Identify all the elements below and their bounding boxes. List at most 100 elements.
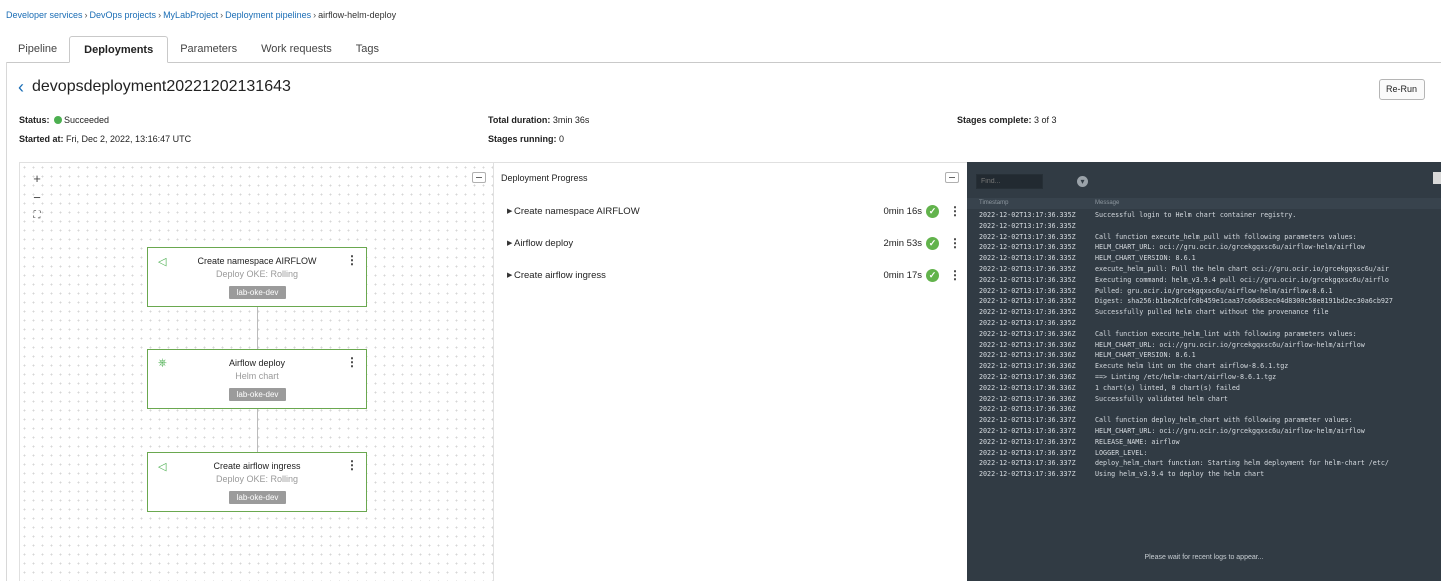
running-label: Stages running: (488, 134, 557, 144)
progress-title: Deployment Progress (501, 173, 588, 183)
started-info: Started at: Fri, Dec 2, 2022, 13:16:47 U… (19, 134, 191, 144)
log-timestamp: 2022-12-02T13:17:36.335Z (979, 275, 1076, 284)
log-message: Digest: sha256:b1be26cbfc0b459e1caa37c60… (1095, 297, 1393, 306)
log-line: 2022-12-02T13:17:36.335Z Pulled: gru.ocir… (967, 286, 1441, 297)
logs-panel: ▾ Timestamp Message 2022-12-02T13:17:36.… (967, 162, 1441, 581)
log-timestamp: 2022-12-02T13:17:36.336Z (979, 340, 1076, 349)
log-line: 2022-12-02T13:17:36.335Z Successfully pu… (967, 307, 1441, 318)
breadcrumb-separator: › (158, 10, 162, 20)
col-timestamp: Timestamp (979, 200, 1009, 206)
expand-caret-icon[interactable]: ▶ (507, 239, 512, 247)
running-info: Stages running: 0 (488, 134, 564, 144)
log-timestamp: 2022-12-02T13:17:36.335Z (979, 308, 1076, 317)
log-line: 2022-12-02T13:17:36.336Z Call function e… (967, 329, 1441, 340)
breadcrumb-devops-projects[interactable]: DevOps projects (90, 10, 157, 20)
log-message: Using helm_v3.9.4 to deploy the helm cha… (1095, 470, 1265, 479)
breadcrumb-current: airflow-helm-deploy (318, 10, 397, 20)
started-value: Fri, Dec 2, 2022, 13:16:47 UTC (66, 134, 192, 144)
breadcrumb-deployment-pipelines[interactable]: Deployment pipelines (225, 10, 311, 20)
log-line: 2022-12-02T13:17:36.337Z Call function d… (967, 415, 1441, 426)
status-success-icon (54, 116, 63, 124)
stage-name: Airflow deploy (514, 238, 574, 249)
expand-caret-icon[interactable]: ▶ (507, 207, 512, 215)
log-message: Executing command: helm_v3.9.4 pull oci:… (1095, 275, 1389, 284)
progress-stage-row[interactable]: ▶ Create airflow ingress 0min 17s ✓ ⋮ (494, 267, 968, 287)
log-message: Pulled: gru.ocir.io/grcekgqxsc6u/airflow… (1095, 286, 1333, 295)
log-lines: 2022-12-02T13:17:36.335Z Successful login… (967, 210, 1441, 480)
tab-deployments[interactable]: Deployments (69, 36, 169, 63)
node-subtitle: Deploy OKE: Rolling (215, 269, 299, 279)
success-check-icon: ✓ (926, 237, 939, 250)
log-line: 2022-12-02T13:17:36.335Z execute_helm_pu… (967, 264, 1441, 275)
breadcrumb: Developer services › DevOps projects › MyLab… (6, 10, 396, 20)
log-timestamp: 2022-12-02T13:17:36.336Z (979, 351, 1076, 360)
graph-node-create-namespace[interactable]: ◁ ⋮ Create namespace AIRFLOW Deploy OKE:… (147, 247, 367, 307)
breadcrumb-mylabproject[interactable]: MyLabProject (163, 10, 218, 20)
status-value: Succeeded (64, 115, 110, 125)
duration-value: 3min 36s (552, 115, 590, 125)
log-timestamp: 2022-12-02T13:17:36.337Z (979, 470, 1076, 479)
log-line: 2022-12-02T13:17:36.335Z (967, 221, 1441, 232)
log-timestamp: 2022-12-02T13:17:36.336Z (979, 362, 1076, 371)
log-message: Call function execute_helm_lint with fol… (1095, 329, 1357, 338)
tab-parameters[interactable]: Parameters (168, 36, 249, 63)
log-line: 2022-12-02T13:17:36.337Z Using helm_v3.9… (967, 469, 1441, 480)
chevron-left-icon[interactable]: ‹ (18, 78, 24, 96)
search-options-icon[interactable]: ▾ (1077, 176, 1088, 187)
log-line: 2022-12-02T13:17:36.335Z (967, 318, 1441, 329)
log-table-header: Timestamp Message (967, 198, 1441, 209)
node-title: Airflow deploy (228, 358, 286, 368)
log-timestamp: 2022-12-02T13:17:36.337Z (979, 426, 1076, 435)
node-title: Create airflow ingress (213, 461, 301, 471)
log-message: 1 chart(s) linted, 0 chart(s) failed (1095, 383, 1240, 392)
pipeline-graph[interactable]: + − ⛶ ◁ ⋮ Create namespace AIRFLOW Deplo… (19, 162, 493, 581)
stage-menu-icon[interactable]: ⋮ (949, 204, 961, 218)
duration-label: Total duration: (488, 115, 551, 125)
expand-caret-icon[interactable]: ▶ (507, 271, 512, 279)
progress-stage-row[interactable]: ▶ Airflow deploy 2min 53s ✓ ⋮ (494, 235, 968, 255)
log-message: deploy_helm_chart function: Starting hel… (1095, 459, 1389, 468)
log-search-input[interactable] (976, 174, 1043, 189)
log-line: 2022-12-02T13:17:36.335Z Executing comma… (967, 275, 1441, 286)
fit-to-screen-icon[interactable]: ⛶ (30, 209, 44, 222)
deployment-progress-panel: Deployment Progress ▶ Create namespace A… (493, 162, 967, 581)
rerun-button[interactable]: Re-Run (1379, 79, 1425, 100)
collapse-graph-icon[interactable] (472, 172, 486, 183)
status-info: Status: Succeeded (19, 115, 109, 125)
log-message: HELM_CHART_URL: oci://gru.ocir.io/grcekg… (1095, 426, 1365, 435)
progress-stage-row[interactable]: ▶ Create namespace AIRFLOW 0min 16s ✓ ⋮ (494, 203, 968, 223)
log-line: 2022-12-02T13:17:36.336Z ==> Linting /etc… (967, 372, 1441, 383)
complete-info: Stages complete: 3 of 3 (957, 115, 1057, 125)
node-subtitle: Deploy OKE: Rolling (215, 474, 299, 484)
col-message: Message (1095, 200, 1120, 206)
log-message: Call function deploy_helm_chart with fol… (1095, 416, 1353, 425)
log-timestamp: 2022-12-02T13:17:36.335Z (979, 264, 1076, 273)
started-label: Started at: (19, 134, 64, 144)
log-timestamp: 2022-12-02T13:17:36.335Z (979, 286, 1076, 295)
log-line: 2022-12-02T13:17:36.337Z LOGGER_LEVEL: (967, 448, 1441, 459)
zoom-out-icon[interactable]: − (30, 191, 44, 204)
collapse-progress-icon[interactable] (945, 172, 959, 183)
tab-work-requests[interactable]: Work requests (249, 36, 344, 63)
graph-node-create-ingress[interactable]: ◁ ⋮ Create airflow ingress Deploy OKE: R… (147, 452, 367, 512)
stage-menu-icon[interactable]: ⋮ (949, 236, 961, 250)
tab-tags[interactable]: Tags (344, 36, 391, 63)
log-line: 2022-12-02T13:17:36.337Z HELM_CHART_URL:… (967, 426, 1441, 437)
node-title: Create namespace AIRFLOW (197, 256, 317, 266)
stage-name: Create namespace AIRFLOW (514, 206, 640, 217)
log-timestamp: 2022-12-02T13:17:36.336Z (979, 405, 1076, 414)
log-message: Call function execute_helm_pull with fol… (1095, 232, 1357, 241)
tab-pipeline[interactable]: Pipeline (6, 36, 69, 63)
stage-duration: 0min 17s (883, 270, 922, 281)
panel-border (6, 62, 7, 581)
breadcrumb-developer-services[interactable]: Developer services (6, 10, 83, 20)
graph-node-airflow-deploy[interactable]: ⎈ ⋮ Airflow deploy Helm chart lab-oke-de… (147, 349, 367, 409)
log-timestamp: 2022-12-02T13:17:36.336Z (979, 383, 1076, 392)
zoom-in-icon[interactable]: + (30, 172, 44, 185)
log-timestamp: 2022-12-02T13:17:36.335Z (979, 297, 1076, 306)
stage-menu-icon[interactable]: ⋮ (949, 268, 961, 282)
log-message: LOGGER_LEVEL: (1095, 448, 1148, 457)
duration-info: Total duration: 3min 36s (488, 115, 589, 125)
page-title: devopsdeployment20221202131643 (32, 78, 291, 95)
logs-collapse-icon[interactable] (1433, 172, 1441, 184)
